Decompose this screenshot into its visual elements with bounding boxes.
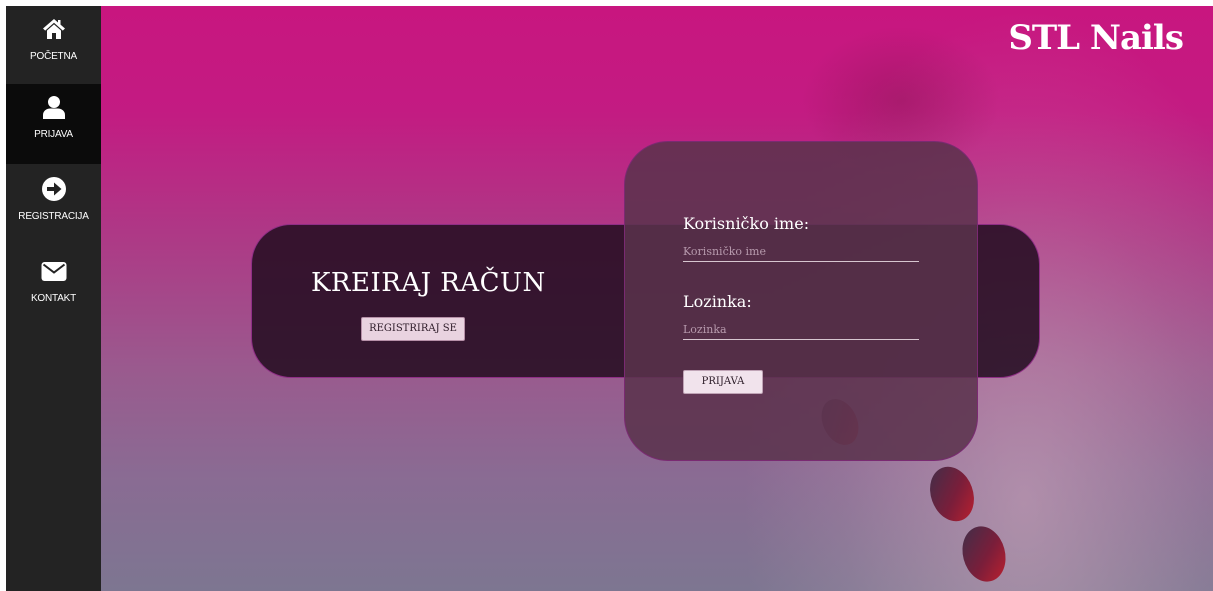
sidebar-item-prijava[interactable]: PRIJAVA (6, 84, 101, 164)
sidebar-item-label: POČETNA (30, 51, 77, 62)
sidebar-item-label: KONTAKT (30, 293, 77, 304)
create-account-title: KREIRAJ RAČUN (311, 268, 546, 298)
password-input[interactable] (683, 319, 919, 340)
arrow-right-circle-icon (41, 177, 66, 201)
page-frame: POČETNA PRIJAVA REGISTRACIJA KONTAKT STL… (6, 6, 1213, 591)
sidebar-item-kontakt[interactable]: KONTAKT (6, 248, 101, 328)
username-label: Korisničko ime: (683, 214, 810, 233)
sidebar-item-label: PRIJAVA (34, 129, 73, 140)
password-label: Lozinka: (683, 292, 752, 311)
login-button[interactable]: PRIJAVA (683, 370, 763, 394)
hero-background: STL Nails KREIRAJ RAČUN REGISTRIRAJ SE K… (101, 6, 1213, 591)
envelope-icon (41, 262, 66, 281)
sidebar-item-pocetna[interactable]: POČETNA (6, 6, 101, 86)
register-button[interactable]: REGISTRIRAJ SE (361, 317, 465, 341)
login-card: Korisničko ime: Lozinka: PRIJAVA (624, 141, 978, 461)
user-icon (42, 96, 65, 119)
username-input[interactable] (683, 241, 919, 262)
brand-logo: STL Nails (1008, 18, 1184, 58)
home-icon (42, 19, 65, 39)
sidebar: POČETNA PRIJAVA REGISTRACIJA KONTAKT (6, 6, 101, 591)
sidebar-item-registracija[interactable]: REGISTRACIJA (6, 166, 101, 246)
sidebar-item-label: REGISTRACIJA (18, 211, 89, 222)
